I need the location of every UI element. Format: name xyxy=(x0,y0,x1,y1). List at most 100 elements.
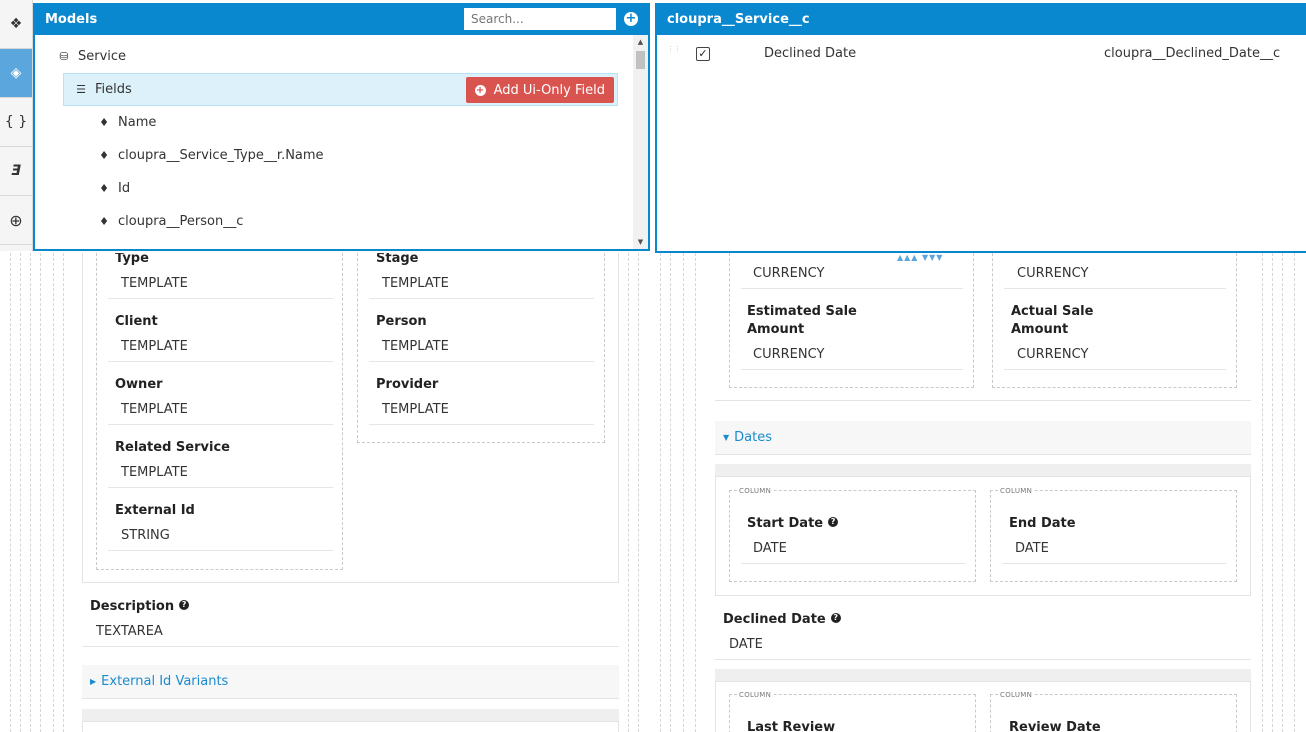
field-value: TEMPLATE xyxy=(121,465,188,480)
guide-line xyxy=(1272,253,1273,732)
tree-item-label: cloupra__Person__c xyxy=(118,214,244,229)
divider xyxy=(108,298,333,299)
field-label[interactable]: Stage xyxy=(376,253,418,268)
add-ui-only-field-button[interactable]: + Add Ui-Only Field xyxy=(465,77,614,103)
tree-item-label: Id xyxy=(118,181,131,196)
field-value: TEMPLATE xyxy=(382,339,449,354)
models-scrollbar[interactable]: ▲ ▼ xyxy=(633,35,648,249)
section-external-id-variants[interactable]: ▶ External Id Variants xyxy=(82,665,619,699)
field-label[interactable]: Owner xyxy=(115,376,163,394)
tree-item-field[interactable]: ♦ Id xyxy=(97,172,632,205)
rail-button-css[interactable]: Ǝ xyxy=(0,147,32,196)
section-label: External Id Variants xyxy=(101,674,229,689)
add-ui-only-field-label: Add Ui-Only Field xyxy=(493,82,605,98)
divider xyxy=(1004,288,1226,289)
caret-down-icon: ▼ xyxy=(723,433,730,442)
cube-icon: ◈ xyxy=(10,65,22,81)
field-label[interactable]: Related Service xyxy=(115,439,230,457)
guide-line xyxy=(53,253,54,732)
guide-line xyxy=(695,253,696,732)
field-label: Type xyxy=(115,253,149,266)
field-checkbox[interactable]: ✓ xyxy=(696,47,710,61)
guide-line xyxy=(1294,253,1295,732)
field-label[interactable]: Actual Sale Amount xyxy=(1011,303,1093,339)
tree-item-field[interactable]: ♦ cloupra__Person__c xyxy=(97,205,632,238)
panel-resize-handle[interactable]: ▲▲▲ ▼▼▼ xyxy=(897,253,943,262)
section-body xyxy=(715,464,1251,476)
section-box xyxy=(82,721,619,732)
field-api-name: cloupra__Declined_Date__c xyxy=(1104,46,1281,61)
help-icon[interactable]: ? xyxy=(830,613,841,623)
field-value: DATE xyxy=(753,541,787,556)
guide-line xyxy=(10,253,11,732)
divider xyxy=(715,659,1251,660)
field-label[interactable]: Person xyxy=(376,313,427,331)
column-box xyxy=(990,490,1237,582)
scroll-up-icon[interactable]: ▲ xyxy=(633,38,648,46)
divider xyxy=(741,563,965,564)
field-value: TEMPLATE xyxy=(121,276,188,291)
field-label: Declined Date xyxy=(764,46,857,61)
field-label[interactable]: Review Date xyxy=(1009,719,1101,732)
drag-handle-icon[interactable]: ⋮⋮ xyxy=(667,46,681,61)
rail-button-cubes[interactable]: ❖ xyxy=(0,0,32,49)
column-header: COLUMN xyxy=(998,691,1035,699)
field-label[interactable]: Client xyxy=(115,313,158,331)
section-dates[interactable]: ▼ Dates xyxy=(715,421,1251,455)
models-panel: Models + ⛁ Service ☰ Fields + Add Ui-Onl… xyxy=(33,3,650,251)
guide-line xyxy=(638,253,639,732)
tree-item-label: Service xyxy=(78,49,127,64)
css3-icon: Ǝ xyxy=(11,163,21,179)
rail-button-javascript[interactable]: { } xyxy=(0,98,32,147)
divider xyxy=(108,424,333,425)
rail-button-model[interactable]: ◈ xyxy=(0,49,32,98)
tree-item-label: cloupra__Service_Type__r.Name xyxy=(118,148,324,163)
tree-item-field[interactable]: ♦ cloupra__Service_Type__r.Name xyxy=(97,139,632,172)
add-model-icon[interactable]: + xyxy=(624,12,638,26)
scroll-thumb[interactable] xyxy=(636,51,645,69)
list-icon: ☰ xyxy=(76,83,86,96)
tree-item-fields[interactable]: ☰ Fields + Add Ui-Only Field xyxy=(63,73,618,106)
tree-item-service[interactable]: ⛁ Service xyxy=(57,40,632,73)
braces-icon: { } xyxy=(4,114,28,130)
field-label[interactable]: Estimated Sale Amount xyxy=(747,303,857,339)
field-label[interactable]: Provider xyxy=(376,376,438,394)
models-search-input[interactable] xyxy=(464,8,616,30)
caret-right-icon: ▶ xyxy=(90,677,97,686)
globe-icon: ⊕ xyxy=(9,210,23,230)
guide-line xyxy=(40,253,41,732)
tag-icon: ♦ xyxy=(99,116,109,129)
field-value: CURRENCY xyxy=(1017,347,1089,362)
field-value: DATE xyxy=(729,637,763,652)
field-label[interactable]: Description? xyxy=(90,598,190,616)
field-label[interactable]: End Date xyxy=(1009,515,1076,533)
tag-icon: ♦ xyxy=(99,182,109,195)
divider xyxy=(369,361,594,362)
tree-item-field[interactable]: ♦ Name xyxy=(97,106,632,139)
field-label[interactable]: External Id xyxy=(115,502,195,520)
object-panel: cloupra__Service__c ⋮⋮ ✓ Declined Date c… xyxy=(655,3,1306,253)
tree-item-label: Fields xyxy=(95,82,132,97)
left-icon-rail: ❖ ◈ { } Ǝ ⊕ xyxy=(0,0,33,251)
guide-line xyxy=(1262,253,1263,732)
field-label[interactable]: Last Review xyxy=(747,719,835,732)
scroll-down-icon[interactable]: ▼ xyxy=(633,238,648,246)
help-icon[interactable]: ? xyxy=(828,517,839,527)
plus-circle-icon: + xyxy=(474,84,486,96)
models-title: Models xyxy=(45,11,98,27)
object-field-row[interactable]: ⋮⋮ ✓ Declined Date cloupra__Declined_Dat… xyxy=(657,39,1306,69)
help-icon[interactable]: ? xyxy=(179,600,190,610)
cubes-icon: ❖ xyxy=(9,16,23,32)
divider xyxy=(108,487,333,488)
column-header: COLUMN xyxy=(998,487,1035,495)
field-value: TEMPLATE xyxy=(121,339,188,354)
field-label[interactable]: Start Date? xyxy=(747,515,839,533)
object-header: cloupra__Service__c xyxy=(657,3,1306,35)
rail-button-localization[interactable]: ⊕ xyxy=(0,196,32,245)
guide-line xyxy=(683,253,684,732)
guide-line xyxy=(660,253,661,732)
section-body xyxy=(715,669,1251,681)
divider xyxy=(1002,563,1226,564)
section-label: Dates xyxy=(734,430,773,445)
field-label[interactable]: Declined Date? xyxy=(723,611,841,629)
